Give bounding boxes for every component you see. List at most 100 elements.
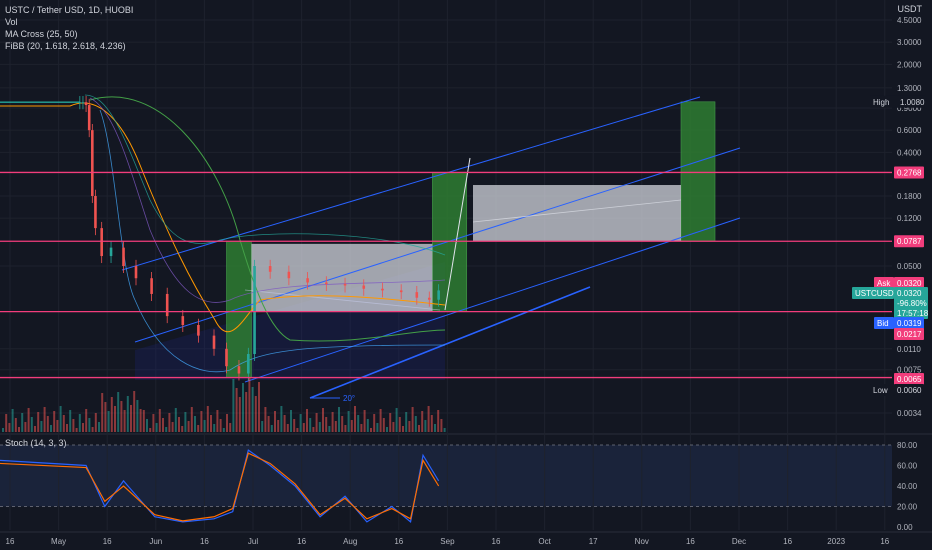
high-value: 1.0080 [900, 98, 925, 107]
volume-bar [14, 418, 17, 432]
volume-bar [405, 412, 408, 432]
candle-body [427, 297, 431, 300]
volume-bar [72, 419, 75, 432]
symbol-title[interactable]: USTC / Tether USD, 1D, HUOBI [5, 4, 133, 16]
time-tick-label: May [51, 537, 66, 546]
volume-bar [91, 427, 94, 432]
volume-bar [389, 413, 392, 432]
candle-body [100, 228, 103, 257]
volume-bar [299, 414, 302, 432]
volume-bar [56, 420, 59, 432]
volume-bar [430, 415, 433, 432]
volume-bar [206, 406, 209, 432]
volume-bar [318, 422, 321, 432]
stoch-tick-label: 40.00 [897, 482, 918, 491]
candle-body [237, 366, 241, 374]
volume-bar [21, 413, 24, 432]
volume-bar [130, 405, 132, 432]
bid-label: Bid [877, 319, 889, 328]
volume-bar [133, 391, 136, 432]
volume-bar [360, 424, 363, 432]
volume-bar [178, 417, 180, 432]
volume-bar [402, 426, 404, 432]
volume-bar [235, 388, 238, 432]
volume-bar [341, 416, 344, 432]
volume-bar [107, 411, 110, 432]
volume-bar [363, 410, 366, 432]
volume-bar [101, 393, 104, 432]
volume-bar [354, 406, 356, 432]
fibb-indicator-label[interactable]: FiBB (20, 1.618, 2.618, 4.236) [5, 40, 133, 52]
volume-bar [43, 407, 46, 432]
volume-bar [370, 428, 372, 432]
volume-bar [418, 425, 420, 432]
volume-bar [270, 425, 273, 432]
volume-bar [139, 409, 142, 432]
volume-bar [2, 428, 4, 432]
stoch-band [0, 445, 892, 507]
volume-bar [274, 411, 276, 432]
volume-bar [94, 413, 97, 432]
price-tick-label: 0.0500 [897, 262, 922, 271]
volume-bar [229, 423, 232, 432]
last-price-tag: 0.0320 [897, 289, 922, 298]
volume-bar [411, 407, 414, 432]
time-tick-label: 16 [394, 537, 403, 546]
candle-body [306, 278, 309, 283]
ask-label: Ask [877, 279, 891, 288]
high-label: High [873, 98, 889, 107]
time-tick-label: Nov [635, 537, 649, 546]
volume-bar [309, 418, 312, 432]
volume-bar [322, 408, 324, 432]
volume-bar [258, 382, 260, 432]
volume-bar [155, 423, 158, 432]
time-tick-label: 17 [589, 537, 598, 546]
volume-bar [312, 427, 315, 432]
range-box [251, 243, 433, 312]
volume-bar [302, 423, 305, 432]
volume-bar [53, 411, 56, 432]
volume-bar [290, 410, 292, 432]
volume-bar [5, 414, 8, 432]
volume-bar [414, 416, 417, 432]
volume-bar [11, 409, 14, 432]
target-range-box [473, 185, 681, 242]
volume-bar [30, 417, 33, 432]
volume-bar [158, 409, 161, 432]
time-tick-label: Jul [248, 537, 258, 546]
volume-bar [126, 396, 129, 432]
volume-bar [424, 420, 427, 432]
volume-bar [200, 411, 203, 432]
candle-body [181, 316, 185, 326]
price-tick-label: 0.4000 [897, 148, 922, 157]
time-tick-label: Sep [440, 537, 455, 546]
volume-bar [59, 406, 62, 432]
ticker-tag: USTCUSDT [855, 289, 899, 298]
vol-indicator-label[interactable]: Vol [5, 16, 133, 28]
time-tick-label: 16 [103, 537, 112, 546]
time-tick-label: Aug [343, 537, 357, 546]
bull-box [680, 101, 716, 242]
bid-value: 0.0319 [897, 319, 922, 328]
time-tick-label: 16 [200, 537, 209, 546]
time-tick-label: 16 [880, 537, 889, 546]
volume-bar [395, 408, 398, 432]
stoch-indicator-label[interactable]: Stoch (14, 3, 3) [5, 438, 67, 448]
candle-body [94, 195, 97, 229]
volume-bar [27, 408, 30, 432]
volume-bar [123, 410, 126, 432]
candle-body [197, 325, 200, 336]
ma-cross-indicator-label[interactable]: MA Cross (25, 50) [5, 28, 133, 40]
volume-bar [280, 406, 283, 432]
volume-bar [232, 379, 235, 432]
price-tick-label: 3.0000 [897, 38, 922, 47]
volume-bar [165, 427, 168, 432]
volume-bar [434, 424, 436, 432]
angle-annotation-label: 20° [343, 394, 355, 403]
volume-bar [110, 397, 113, 432]
price-chart[interactable]: 20°4.50003.00002.00001.30000.90000.60000… [0, 0, 932, 550]
volume-bar [408, 421, 411, 432]
price-tick-label: 0.1800 [897, 192, 922, 201]
volume-bar [286, 424, 289, 432]
level-1-tag: 0.2768 [897, 168, 922, 177]
